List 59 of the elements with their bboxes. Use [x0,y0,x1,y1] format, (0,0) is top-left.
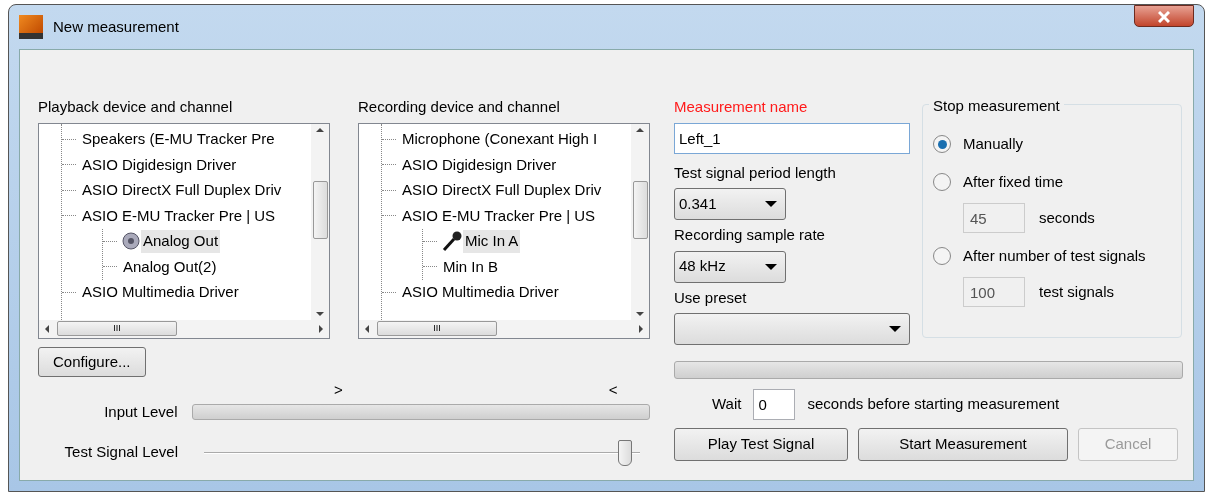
radio-button[interactable] [933,247,951,265]
tree-item[interactable]: ASIO E-MU Tracker Pre | US [400,204,598,227]
option-label[interactable]: After fixed time [963,170,1064,194]
preset-dropdown[interactable] [674,313,910,345]
tree-item[interactable]: Speakers (E-MU Tracker Pre [80,128,277,151]
recording-tree[interactable]: Microphone (Conexant High I ASIO Digidesign Driver ASIO DirectX Full Duplex Driv ASIO E-MU Tracker Pre | US Mic In A Min In B ASIO Multimedia Driver III [358,122,650,339]
recording-label: Recording device and channel [358,97,561,117]
horizontal-scrollbar[interactable]: III [359,319,649,338]
radio-button[interactable] [933,173,951,191]
test-signal-level-label: Test Signal Level [63,442,178,463]
window-title: New measurement [53,16,179,37]
preset-label: Use preset [674,287,748,308]
unit-label: test signals [1039,281,1115,302]
playback-tree[interactable]: Speakers (E-MU Tracker Pre ASIO Digidesign Driver ASIO DirectX Full Duplex Driv ASIO E-MU Tracker Pre | US Analog Out Analog Out(2) ASIO Multimedia Driver III [38,122,330,339]
tree-item[interactable]: ASIO E-MU Tracker Pre | US [80,204,278,227]
tree-item[interactable]: ASIO Multimedia Driver [80,281,241,304]
level-marker: < [608,380,618,400]
sample-rate-label: Recording sample rate [674,225,826,245]
slider-thumb[interactable] [617,439,632,466]
tree-item[interactable]: Analog Out(2) [121,255,219,278]
app-icon [19,15,43,39]
close-button[interactable] [1134,5,1194,27]
tree-item[interactable]: Microphone (Conexant High I [400,128,600,151]
vertical-scrollbar[interactable] [311,123,329,320]
measurement-name-label: Measurement name [674,97,809,117]
vertical-scrollbar[interactable] [631,123,649,320]
wait-label: Wait [712,394,742,415]
sample-rate-dropdown[interactable]: 48 kHz [674,250,786,283]
period-length-label: Test signal period length [674,162,837,183]
configure-button[interactable]: Configure... [38,346,146,377]
dialog-button[interactable]: Start Measurement [858,428,1068,461]
test-signal-slider[interactable] [204,439,640,466]
caret-icon [765,263,777,270]
tree-item[interactable]: ASIO DirectX Full Duplex Driv [400,179,604,202]
horizontal-scrollbar[interactable]: III [39,319,329,338]
tree-item[interactable]: ASIO DirectX Full Duplex Driv [80,179,284,202]
radio-button[interactable] [933,135,951,153]
input-level-label: Input Level [103,402,178,422]
tree-item[interactable]: ASIO Digidesign Driver [80,153,239,176]
period-length-dropdown[interactable]: 0.341 [674,188,786,220]
playback-label: Playback device and channel [38,97,234,117]
microphone-icon [441,230,463,253]
wait-suffix: seconds before starting measurement [807,394,1060,415]
caret-icon [765,201,777,207]
option-label[interactable]: Manually [963,132,1024,156]
speaker-icon [121,231,141,252]
tree-item[interactable]: ASIO Digidesign Driver [400,153,559,176]
unit-label: seconds [1039,207,1095,228]
measurement-name-field[interactable]: Left_1 [674,122,910,154]
dialog-button[interactable]: Play Test Signal [674,428,848,461]
tree-item[interactable]: Min In B [441,255,501,278]
tree-item[interactable]: Analog Out [141,230,221,253]
level-marker: > [334,380,343,400]
caret-icon [889,326,901,332]
close-icon [1158,11,1170,24]
option-label[interactable]: After number of test signals [963,244,1146,268]
wait-field[interactable]: 0 [753,389,796,420]
tree-item[interactable]: ASIO Multimedia Driver [400,281,561,304]
tree-item[interactable]: Mic In A [463,230,521,253]
